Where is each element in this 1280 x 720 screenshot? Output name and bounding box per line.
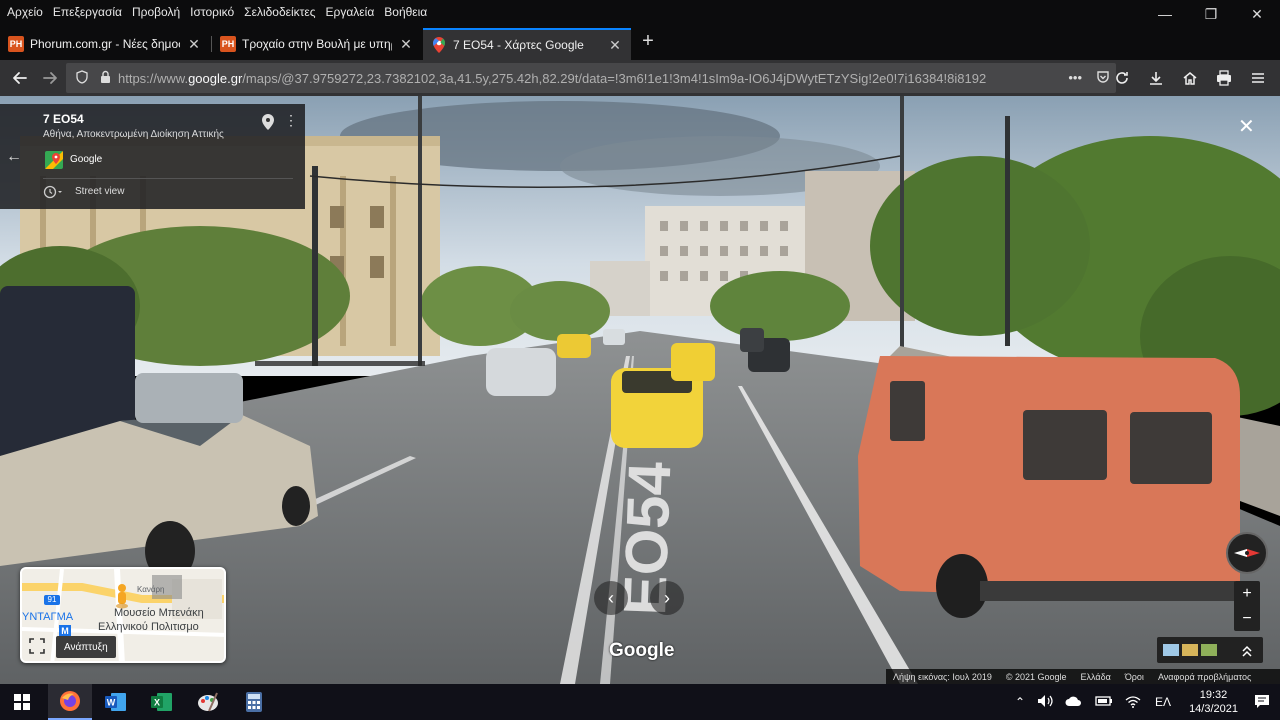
country-link[interactable]: Ελλάδα (1074, 672, 1118, 682)
svg-text:X: X (154, 698, 160, 708)
time-travel-clock-icon[interactable] (43, 185, 63, 202)
google-maps-logo-icon (45, 151, 63, 169)
excel-icon[interactable]: X (140, 684, 184, 720)
location-subtitle: Αθήνα, Αποκεντρωμένη Διοίκηση Αττικής (43, 129, 224, 140)
white-suv (486, 348, 556, 396)
zoom-control: + − (1234, 581, 1260, 631)
maps-pin-icon (431, 37, 447, 53)
address-bar[interactable]: https://www.google.gr/maps/@37.9759272,2… (66, 63, 1116, 93)
menu-edit[interactable]: Επεξεργασία (48, 5, 127, 19)
close-street-view-icon[interactable]: ✕ (1238, 114, 1255, 139)
firefox-icon[interactable] (48, 684, 92, 720)
more-options-icon[interactable]: ⋮ (284, 112, 298, 129)
provider-name: Google (70, 154, 103, 165)
svg-text:W: W (107, 698, 116, 708)
windows-taskbar: W X ⌃ ΕΛ 19:32 14/3/2021 (0, 684, 1280, 720)
url-text: https://www.google.gr/maps/@37.9759272,2… (118, 71, 986, 86)
tab-title: 7 ΕΟ54 - Χάρτες Google (453, 38, 584, 52)
wifi-icon[interactable] (1125, 694, 1141, 711)
menu-bookmarks[interactable]: Σελιδοδείκτες (239, 5, 320, 19)
url-domain: google.gr (188, 70, 243, 86)
menu-file[interactable]: Αρχείο (2, 5, 48, 19)
expand-map-button[interactable]: Ανάπτυξη (56, 636, 116, 658)
tracking-shield-icon[interactable] (76, 69, 90, 87)
capture-date: Λήψη εικόνας: Ιουλ 2019 (893, 671, 992, 682)
action-center-notification-icon[interactable] (1254, 693, 1270, 712)
menu-history[interactable]: Ιστορικό (185, 5, 239, 19)
hamburger-menu-icon[interactable] (1244, 64, 1272, 92)
minimap[interactable]: 91 ΥΝΤΑΓΜΑ Κανάρη Μουσείο Μπενάκη Ελληνι… (20, 567, 226, 663)
print-icon[interactable] (1210, 64, 1238, 92)
compass-icon[interactable] (1226, 532, 1268, 574)
close-tab-icon[interactable]: ✕ (186, 36, 202, 53)
taskbar-clock[interactable]: 19:32 14/3/2021 (1189, 688, 1238, 716)
map-label-street: Κανάρη (137, 585, 165, 594)
location-title: 7 ΕΟ54 (43, 112, 84, 126)
back-arrow-icon[interactable] (6, 64, 34, 92)
battery-icon[interactable] (1095, 695, 1113, 710)
menu-bar: Αρχείο Επεξεργασία Προβολή Ιστορικό Σελι… (0, 0, 1280, 24)
report-problem-link[interactable]: Αναφορά προβλήματος (1151, 672, 1258, 682)
paint-icon[interactable] (186, 684, 230, 720)
tab-google-maps[interactable]: 7 ΕΟ54 - Χάρτες Google ✕ (423, 28, 631, 60)
road-number-badge: 91 (44, 595, 60, 605)
volume-icon[interactable] (1037, 694, 1053, 711)
next-arrow-button[interactable]: › (650, 581, 684, 615)
pegman-icon (114, 583, 130, 614)
calculator-icon[interactable] (232, 684, 276, 720)
card-divider (43, 178, 293, 179)
phorum-favicon-icon: PH (8, 36, 24, 52)
new-tab-plus-icon[interactable]: + (638, 30, 658, 53)
tab-phorum-1[interactable]: PH Phorum.com.gr - Νέες δημοσι ✕ (0, 28, 210, 60)
page-actions-ellipsis-icon[interactable]: ••• (1068, 70, 1082, 87)
google-watermark: Google (609, 640, 675, 661)
tab-title: Phorum.com.gr - Νέες δημοσι (30, 37, 180, 51)
attribution-bar: Λήψη εικόνας: Ιουλ 2019 © 2021 Google Ελ… (886, 669, 1280, 684)
downloads-icon[interactable] (1142, 64, 1170, 92)
reload-icon[interactable] (1108, 64, 1136, 92)
close-tab-icon[interactable]: ✕ (398, 36, 414, 53)
url-path: /maps/@37.9759272,23.7382102,3a,41.5y,27… (242, 70, 987, 86)
url-prefix: https://www. (118, 70, 189, 86)
photo-strip-toggle[interactable] (1157, 637, 1263, 663)
zoom-in-button[interactable]: + (1234, 581, 1260, 606)
map-label-museum-2: Ελληνικού Πολιτισμο (98, 621, 199, 633)
tab-title: Τροχαίο στην Βουλή με υπηρε (242, 37, 392, 51)
forward-arrow-icon[interactable] (36, 64, 64, 92)
copyright: © 2021 Google (1005, 671, 1067, 682)
back-arrow-icon[interactable]: ← (6, 148, 22, 166)
home-icon[interactable] (1176, 64, 1204, 92)
phorum-favicon-icon: PH (220, 36, 236, 52)
onedrive-cloud-icon[interactable] (1065, 695, 1083, 710)
clock-date: 14/3/2021 (1189, 703, 1238, 715)
windows-start-icon[interactable] (0, 684, 44, 720)
tab-bar: PH Phorum.com.gr - Νέες δημοσι ✕ PH Τροχ… (0, 24, 1280, 60)
close-tab-icon[interactable]: ✕ (607, 37, 623, 54)
location-pin-icon[interactable] (262, 114, 274, 133)
location-info-card: ← 7 ΕΟ54 Αθήνα, Αποκεντρωμένη Διοίκηση Α… (0, 104, 305, 209)
fullscreen-icon[interactable] (29, 638, 45, 654)
tab-phorum-2[interactable]: PH Τροχαίο στην Βουλή με υπηρε ✕ (212, 28, 422, 60)
clock-time: 19:32 (1199, 689, 1228, 701)
terms-link[interactable]: Όροι (1118, 672, 1151, 682)
map-label-syntagma: ΥΝΤΑΓΜΑ (22, 611, 74, 623)
input-language-indicator[interactable]: ΕΛ (1155, 695, 1171, 709)
menu-help[interactable]: Βοήθεια (379, 5, 432, 19)
navigation-toolbar: https://www.google.gr/maps/@37.9759272,2… (0, 60, 1280, 96)
zoom-out-button[interactable]: − (1234, 606, 1260, 631)
show-hidden-icons-chevron-icon[interactable]: ⌃ (1015, 695, 1025, 709)
lock-icon[interactable] (100, 70, 112, 86)
system-tray: ⌃ ΕΛ 19:32 14/3/2021 (1009, 684, 1280, 720)
menu-tools[interactable]: Εργαλεία (321, 5, 380, 19)
previous-arrow-button[interactable]: ‹ (594, 581, 628, 615)
street-view-label: Street view (75, 186, 125, 197)
menu-view[interactable]: Προβολή (127, 5, 185, 19)
word-icon[interactable]: W (94, 684, 138, 720)
